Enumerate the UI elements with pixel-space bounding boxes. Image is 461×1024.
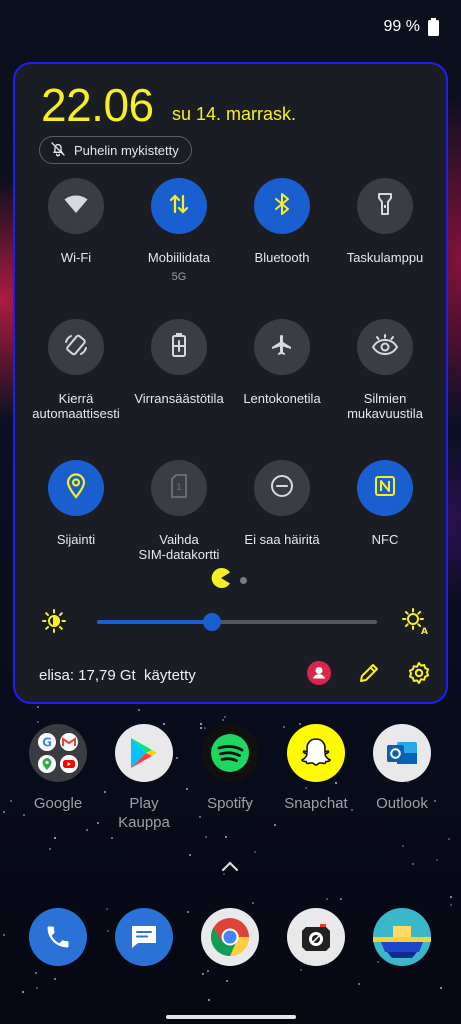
tile-nfc[interactable]: NFC [330,460,440,547]
tile-location-button[interactable] [48,460,104,516]
tile-battery-saver-button[interactable] [151,319,207,375]
muted-chip-label: Puhelin mykistetty [74,142,179,158]
tile-mobile-data-button[interactable] [151,178,207,234]
tile-do-not-disturb-label: Ei saa häiritä [244,532,320,547]
messages-icon[interactable] [115,908,173,966]
clock[interactable]: 22.06 [41,78,154,132]
app-label: Google [33,795,83,812]
eye-icon [371,333,399,361]
brightness-control: A [39,606,429,639]
brightness-slider[interactable] [97,613,377,631]
status-bar: 99 % [384,18,439,36]
tile-wifi-label: Wi-Fi [60,250,92,265]
flashlight-icon [377,192,393,221]
home-screen-apps: G Google Play Kauppa Spotify Snapchat Ou… [0,724,461,844]
tile-battery-saver-label: Virransäästötila [134,391,224,406]
date[interactable]: su 14. marrask. [172,104,296,125]
app-label: Spotify [207,795,253,812]
gallery-icon[interactable] [373,908,431,966]
battery-icon [428,18,439,36]
data-usage-text[interactable]: elisa: 17,79 Gt käytetty [39,667,196,684]
tile-auto-rotate-button[interactable] [48,319,104,375]
auto-rotate-icon [63,332,89,363]
tile-bluetooth[interactable]: Bluetooth [227,178,337,265]
battery-saver-icon [171,332,187,363]
tile-switch-sim-button[interactable]: 1 [151,460,207,516]
tile-auto-rotate-label: Kierrä automaattisesti [32,391,120,421]
app-label: Snapchat [284,795,348,812]
pacman-page-indicator-icon [210,568,232,593]
airplane-icon [270,333,294,362]
auto-brightness-icon[interactable]: A [401,607,429,640]
tile-eye-comfort[interactable]: Silmien mukavuustila [330,319,440,421]
nfc-icon [374,475,396,502]
user-icon[interactable] [307,660,331,690]
wifi-icon [64,194,88,219]
do-not-disturb-icon [270,474,294,503]
tile-airplane-mode[interactable]: Lentokonetila [227,319,337,406]
brightness-slider-thumb[interactable] [202,613,221,631]
svg-text:A: A [421,627,428,635]
location-icon [66,472,86,504]
quick-settings-footer: elisa: 17,79 Gt käytetty [39,660,431,690]
tile-do-not-disturb[interactable]: Ei saa häiritä [227,460,337,547]
tile-eye-comfort-label: Silmien mukavuustila [347,391,423,421]
tile-auto-rotate[interactable]: Kierrä automaattisesti [21,319,131,421]
settings-gear-icon[interactable] [407,661,431,690]
tile-mobile-data-sublabel: 5G [171,271,187,283]
app-label: Outlook [376,795,428,812]
brightness-icon [41,608,67,639]
app-outlook[interactable]: Outlook [357,724,447,813]
tile-flashlight[interactable]: Taskulamppu [330,178,440,265]
app-play-store[interactable]: Play Kauppa [99,724,189,832]
spotify-icon[interactable] [201,724,259,782]
muted-chip[interactable]: Puhelin mykistetty [39,136,192,164]
tile-nfc-label: NFC [371,532,399,547]
tile-bluetooth-button[interactable] [254,178,310,234]
bell-off-icon [50,141,66,160]
app-google-folder[interactable]: G Google [13,724,103,813]
svg-text:1: 1 [176,483,182,493]
tile-flashlight-label: Taskulamppu [346,250,424,265]
snapchat-icon[interactable] [287,724,345,782]
tile-nfc-button[interactable] [357,460,413,516]
bluetooth-icon [274,192,290,221]
tile-location[interactable]: Sijainti [21,460,131,547]
tile-airplane-mode-button[interactable] [254,319,310,375]
tile-bluetooth-label: Bluetooth [254,250,310,265]
google-folder-icon[interactable]: G [29,724,87,782]
navigation-gesture-handle[interactable] [166,1015,296,1019]
phone-icon[interactable] [29,908,87,966]
tile-do-not-disturb-button[interactable] [254,460,310,516]
page-indicator[interactable] [210,568,247,593]
camera-icon[interactable] [287,908,345,966]
chrome-icon[interactable] [201,908,259,966]
mobile-data-icon [168,192,190,221]
tile-battery-saver[interactable]: Virransäästötila [124,319,234,406]
dock [0,908,461,968]
tile-flashlight-button[interactable] [357,178,413,234]
app-drawer-chevron-up-icon[interactable] [218,858,242,874]
svg-text:G: G [42,736,52,750]
app-snapchat[interactable]: Snapchat [271,724,361,813]
battery-percentage: 99 % [383,18,420,35]
edit-pencil-icon[interactable] [357,661,381,690]
tile-wifi[interactable]: Wi-Fi [21,178,131,265]
tile-switch-sim-label: Vaihda SIM-datakortti [138,532,220,562]
app-label: Play Kauppa [118,795,170,831]
tile-airplane-mode-label: Lentokonetila [243,391,321,406]
tile-mobile-data-label: Mobiilidata [147,250,211,265]
brightness-slider-fill [97,620,212,624]
page-dot[interactable] [240,577,247,584]
sim-card-icon: 1 [170,473,188,503]
tile-location-label: Sijainti [56,532,96,547]
tile-eye-comfort-button[interactable] [357,319,413,375]
tile-switch-sim[interactable]: 1 Vaihda SIM-datakortti [124,460,234,562]
tile-wifi-button[interactable] [48,178,104,234]
play-store-icon[interactable] [115,724,173,782]
app-spotify[interactable]: Spotify [185,724,275,813]
quick-settings-panel: 22.06 su 14. marrask. Puhelin mykistetty… [13,62,448,704]
tile-mobile-data[interactable]: Mobiilidata 5G [124,178,234,283]
outlook-icon[interactable] [373,724,431,782]
